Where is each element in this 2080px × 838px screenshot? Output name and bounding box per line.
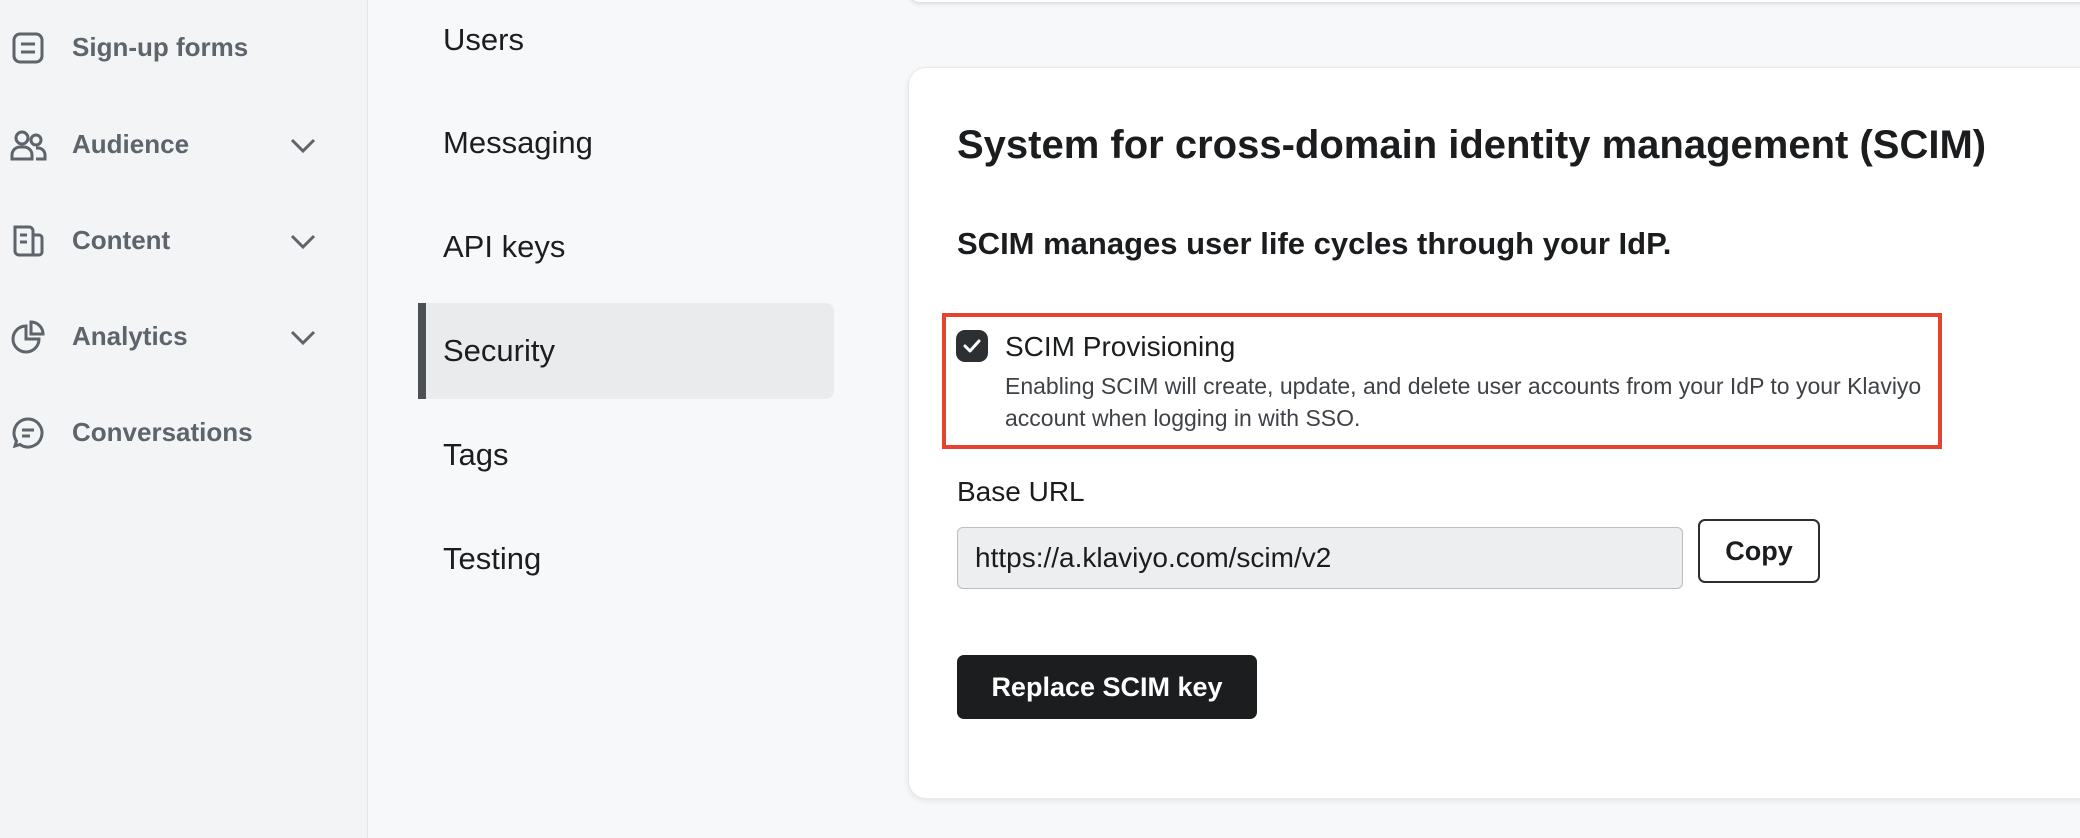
sidebar-item-analytics[interactable]: Analytics <box>0 306 340 366</box>
scim-provisioning-checkbox[interactable] <box>956 330 988 362</box>
sidebar-item-label: Content <box>72 224 171 255</box>
chevron-down-icon[interactable] <box>288 322 318 352</box>
tab-api-keys[interactable]: API keys <box>418 199 834 295</box>
chart-pie-icon <box>8 320 48 354</box>
replace-scim-key-button[interactable]: Replace SCIM key <box>957 655 1257 719</box>
card-title: System for cross-domain identity managem… <box>957 123 1987 167</box>
users-icon <box>8 128 48 162</box>
tab-security[interactable]: Security <box>418 303 834 399</box>
sidebar: Sign-up forms Audience Content Analytics… <box>0 0 368 838</box>
sidebar-item-label: Conversations <box>72 416 253 447</box>
base-url-label: Base URL <box>957 476 1085 507</box>
sidebar-item-sign-up-forms[interactable]: Sign-up forms <box>0 17 340 77</box>
tab-messaging[interactable]: Messaging <box>418 95 834 191</box>
tab-tags[interactable]: Tags <box>418 407 834 503</box>
sidebar-item-conversations[interactable]: Conversations <box>0 402 340 462</box>
sidebar-item-label: Sign-up forms <box>72 31 249 62</box>
sidebar-item-content[interactable]: Content <box>0 210 340 270</box>
sidebar-item-label: Analytics <box>72 320 188 351</box>
scim-provisioning-label: SCIM Provisioning <box>1005 331 1236 362</box>
form-icon <box>8 31 48 65</box>
chat-icon <box>8 416 48 450</box>
content-icon <box>8 224 48 258</box>
scim-card: System for cross-domain identity managem… <box>908 67 2080 799</box>
card-subtitle: SCIM manages user life cycles through yo… <box>957 226 1672 261</box>
check-icon <box>963 339 981 353</box>
chevron-down-icon[interactable] <box>288 130 318 160</box>
sidebar-item-audience[interactable]: Audience <box>0 114 340 174</box>
copy-button[interactable]: Copy <box>1698 519 1820 583</box>
scim-provisioning-description: Enabling SCIM will create, update, and d… <box>1005 373 1922 431</box>
tab-testing[interactable]: Testing <box>418 511 834 607</box>
tab-users[interactable]: Users <box>418 0 834 88</box>
previous-card <box>908 0 2080 2</box>
chevron-down-icon[interactable] <box>288 226 318 256</box>
sidebar-item-label: Audience <box>72 128 190 159</box>
base-url-field[interactable] <box>957 527 1683 589</box>
